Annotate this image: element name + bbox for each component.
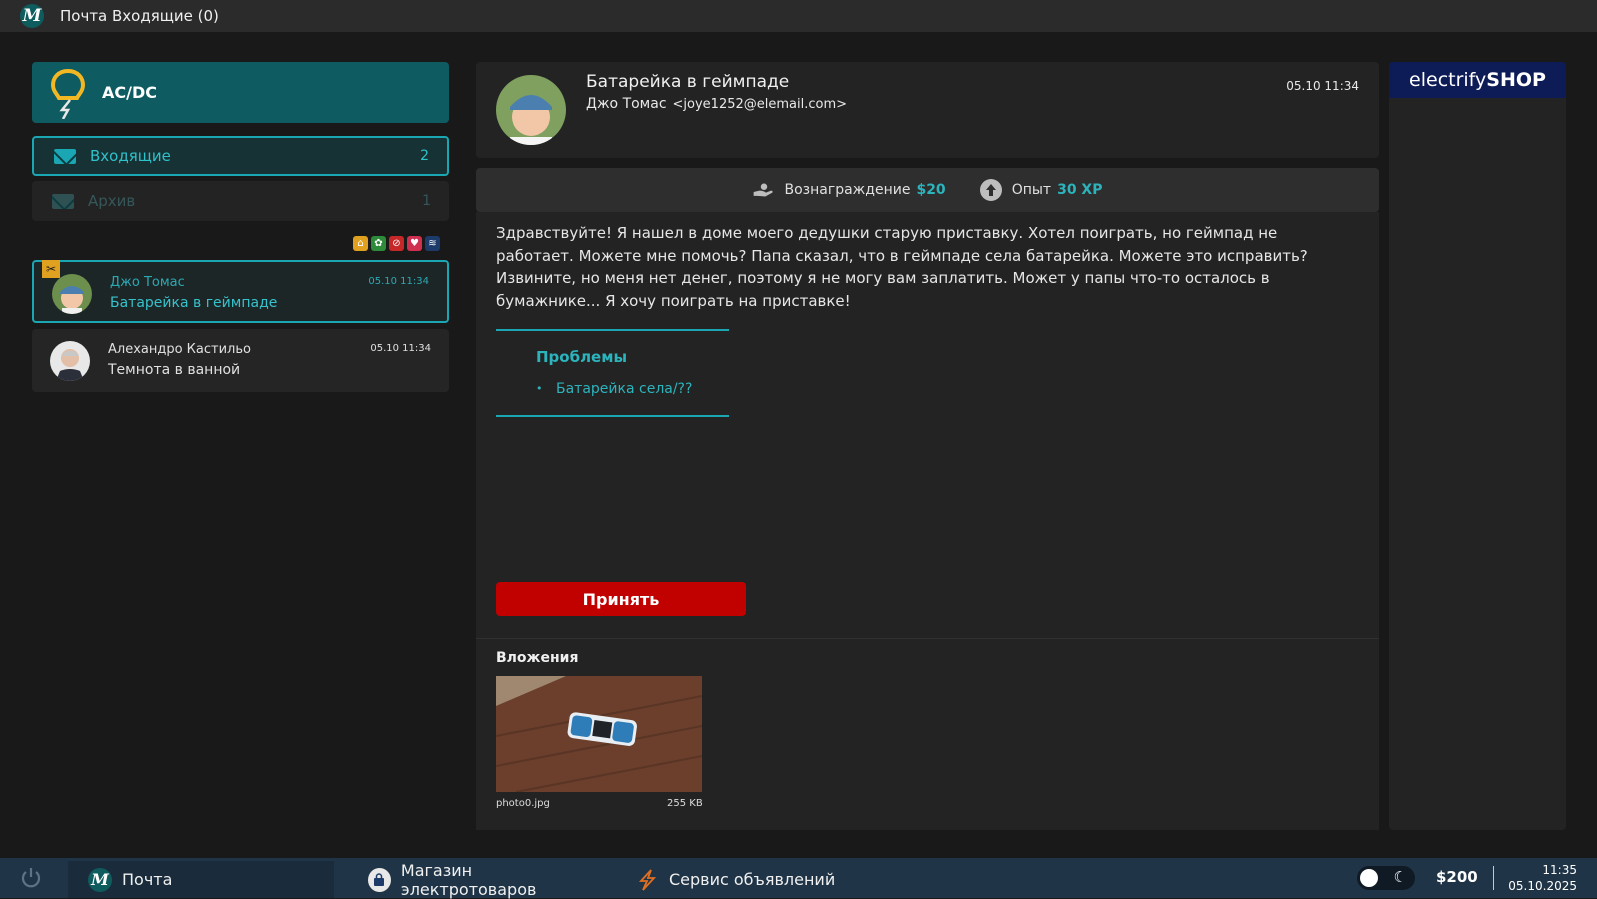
hand-money-icon [753,179,775,201]
mail-header: Батарейка в геймпаде Джо Томас <joye1252@… [476,62,1379,158]
reward-bar: Вознаграждение $20 Опыт 30 XP [476,168,1379,212]
lightbulb-bolt-icon [50,68,86,119]
taskbar-shop[interactable]: Магазин электротоваров [348,860,603,899]
divider [1493,866,1494,890]
wifi-filter-icon[interactable]: ≋ [425,236,440,251]
attachments-title: Вложения [496,650,579,666]
shop-banner[interactable]: electrify SHOP [1389,62,1566,98]
title-bar: M Почта Входящие (0) [0,0,1597,32]
shop-panel: electrify SHOP [1389,62,1566,830]
mail-subject: Батарейка в геймпаде [586,72,790,92]
mail-from-name: Джо Томас [586,96,667,112]
tool-badge-icon: ✂ [42,260,60,278]
arrow-up-icon [979,179,1002,201]
folder-label: Архив [88,192,136,210]
taskbar-label: Почта [122,870,173,889]
folder-count: 1 [422,193,431,209]
attachment-name: photo0.jpg [496,798,550,809]
shop-brand-bold: SHOP [1486,69,1546,91]
mail-time: 05.10 11:34 [1286,79,1359,93]
envelope-icon [52,193,74,209]
folder-count: 2 [420,148,429,164]
taskbar: M Почта Магазин электротоваров Сервис об… [0,858,1597,899]
problems-title: Проблемы [536,348,628,366]
mail-from: Джо Томас <joye1252@elemail.com> [586,96,847,112]
sender-avatar [496,75,566,145]
filter-icons: ⌂ ✿ ⊘ ♥ ≋ [353,236,440,251]
accept-button[interactable]: Принять [496,582,746,616]
message-time: 05.10 11:34 [370,343,431,354]
mail-from-email: <joye1252@elemail.com> [672,97,848,112]
taskbar-ads[interactable]: Сервис объявлений [615,861,871,898]
taskbar-label: Магазин электротоваров [400,860,537,899]
problem-item: Батарейка села/?? [536,381,692,397]
avatar [52,274,92,314]
envelope-icon [54,148,76,164]
reward-label: Вознаграждение [784,182,911,198]
clock-date: 05.10.2025 [1508,879,1577,893]
message-subject: Батарейка в геймпаде [110,295,278,311]
attachment-size: 255 KB [667,798,703,809]
avatar [50,341,90,381]
folder-label: Входящие [90,147,171,165]
app-logo-icon: M [88,867,112,892]
message-item[interactable]: Алехандро Кастильо Темнота в ванной 05.1… [32,329,449,392]
clock: 11:35 05.10.2025 [1505,862,1577,894]
money-balance: $200 [1436,868,1478,886]
message-sender: Алехандро Кастильо [108,342,251,357]
reward-value: $20 [916,182,946,198]
folder-inbox[interactable]: Входящие 2 [32,136,449,176]
moon-icon: ☾ [1393,868,1407,886]
message-sender: Джо Томас [110,275,185,290]
theme-toggle[interactable]: ☾ [1357,866,1415,890]
mail-body-text: Здравствуйте! Я нашел в доме моего дедуш… [496,224,1308,310]
no-entry-filter-icon[interactable]: ⊘ [389,236,404,251]
clock-time: 11:35 [1542,863,1577,877]
app-logo-icon: M [20,4,44,28]
problems-box: Проблемы Батарейка села/?? [496,329,729,417]
folder-archive[interactable]: Архив 1 [32,181,449,221]
shopping-bag-icon [368,867,391,892]
taskbar-mail[interactable]: M Почта [68,861,334,898]
home-filter-icon[interactable]: ⌂ [353,236,368,251]
message-subject: Темнота в ванной [108,362,241,378]
shop-brand-light: electrify [1409,69,1487,91]
toggle-knob [1360,869,1378,887]
company-card: AC/DC [32,62,449,123]
divider [476,638,1379,639]
xp-label: Опыт [1011,182,1052,198]
heart-filter-icon[interactable]: ♥ [407,236,422,251]
company-name: AC/DC [102,83,157,102]
xp-value: 30 XP [1057,182,1103,198]
attachment-thumbnail[interactable] [496,676,702,792]
taskbar-label: Сервис объявлений [669,870,836,889]
window-title: Почта Входящие (0) [60,7,219,25]
message-item[interactable]: ✂ Джо Томас Батарейка в геймпаде 05.10 1… [32,260,449,323]
gear-filter-icon[interactable]: ✿ [371,236,386,251]
lightning-icon [635,868,659,892]
message-time: 05.10 11:34 [368,276,429,287]
mail-body: Здравствуйте! Я нашел в доме моего дедуш… [476,212,1379,830]
power-icon[interactable] [20,867,42,889]
